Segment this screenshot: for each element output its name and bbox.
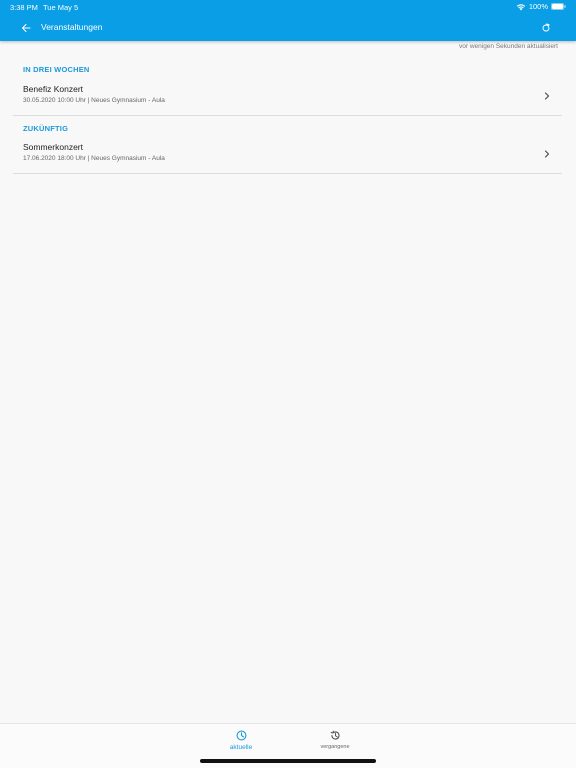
- page-title: Veranstaltungen: [41, 22, 103, 32]
- tab-vergangene[interactable]: vergangene: [300, 730, 370, 756]
- back-button[interactable]: [18, 20, 34, 36]
- home-indicator: [200, 759, 376, 763]
- status-bar: 3:38 PM Tue May 5 100%: [0, 0, 576, 14]
- clock-icon: [236, 730, 246, 741]
- section-header-zukuenftig: ZUKÜNFTIG: [23, 124, 69, 133]
- status-date: Tue May 5: [43, 3, 79, 12]
- event-title: Sommerkonzert: [23, 142, 83, 152]
- tab-label: aktuelle: [229, 744, 253, 751]
- battery-percent: 100%: [528, 2, 548, 11]
- last-updated-note: vor wenigen Sekunden aktualisiert: [458, 43, 558, 50]
- status-time: 3:38 PM: [10, 3, 38, 12]
- chevron-right-icon: [544, 92, 550, 100]
- top-bar: 3:38 PM Tue May 5 100% Veranstaltungen: [0, 0, 576, 41]
- arrow-left-icon: [22, 24, 31, 32]
- status-indicators: 100%: [516, 2, 566, 11]
- tab-label: vergangene: [320, 744, 350, 750]
- event-title: Benefiz Konzert: [23, 84, 84, 94]
- event-row-benefiz-konzert[interactable]: Benefiz Konzert 30.05.2020 10:00 Uhr | N…: [13, 79, 562, 116]
- refresh-button[interactable]: [538, 20, 554, 36]
- refresh-icon: [542, 23, 550, 32]
- event-subtitle: 30.05.2020 10:00 Uhr | Neues Gymnasium -…: [23, 97, 165, 104]
- battery-icon: [551, 3, 566, 10]
- section-header-in-drei-wochen: IN DREI WOCHEN: [23, 65, 90, 74]
- event-subtitle: 17.06.2020 18:00 Uhr | Neues Gymnasium -…: [23, 155, 165, 162]
- wifi-icon: [516, 3, 526, 10]
- tab-aktuelle[interactable]: aktuelle: [206, 730, 276, 756]
- nav-bar: Veranstaltungen: [0, 14, 576, 41]
- chevron-right-icon: [544, 150, 550, 158]
- history-icon: [330, 730, 340, 740]
- event-row-sommerkonzert[interactable]: Sommerkonzert 17.06.2020 18:00 Uhr | Neu…: [13, 137, 562, 174]
